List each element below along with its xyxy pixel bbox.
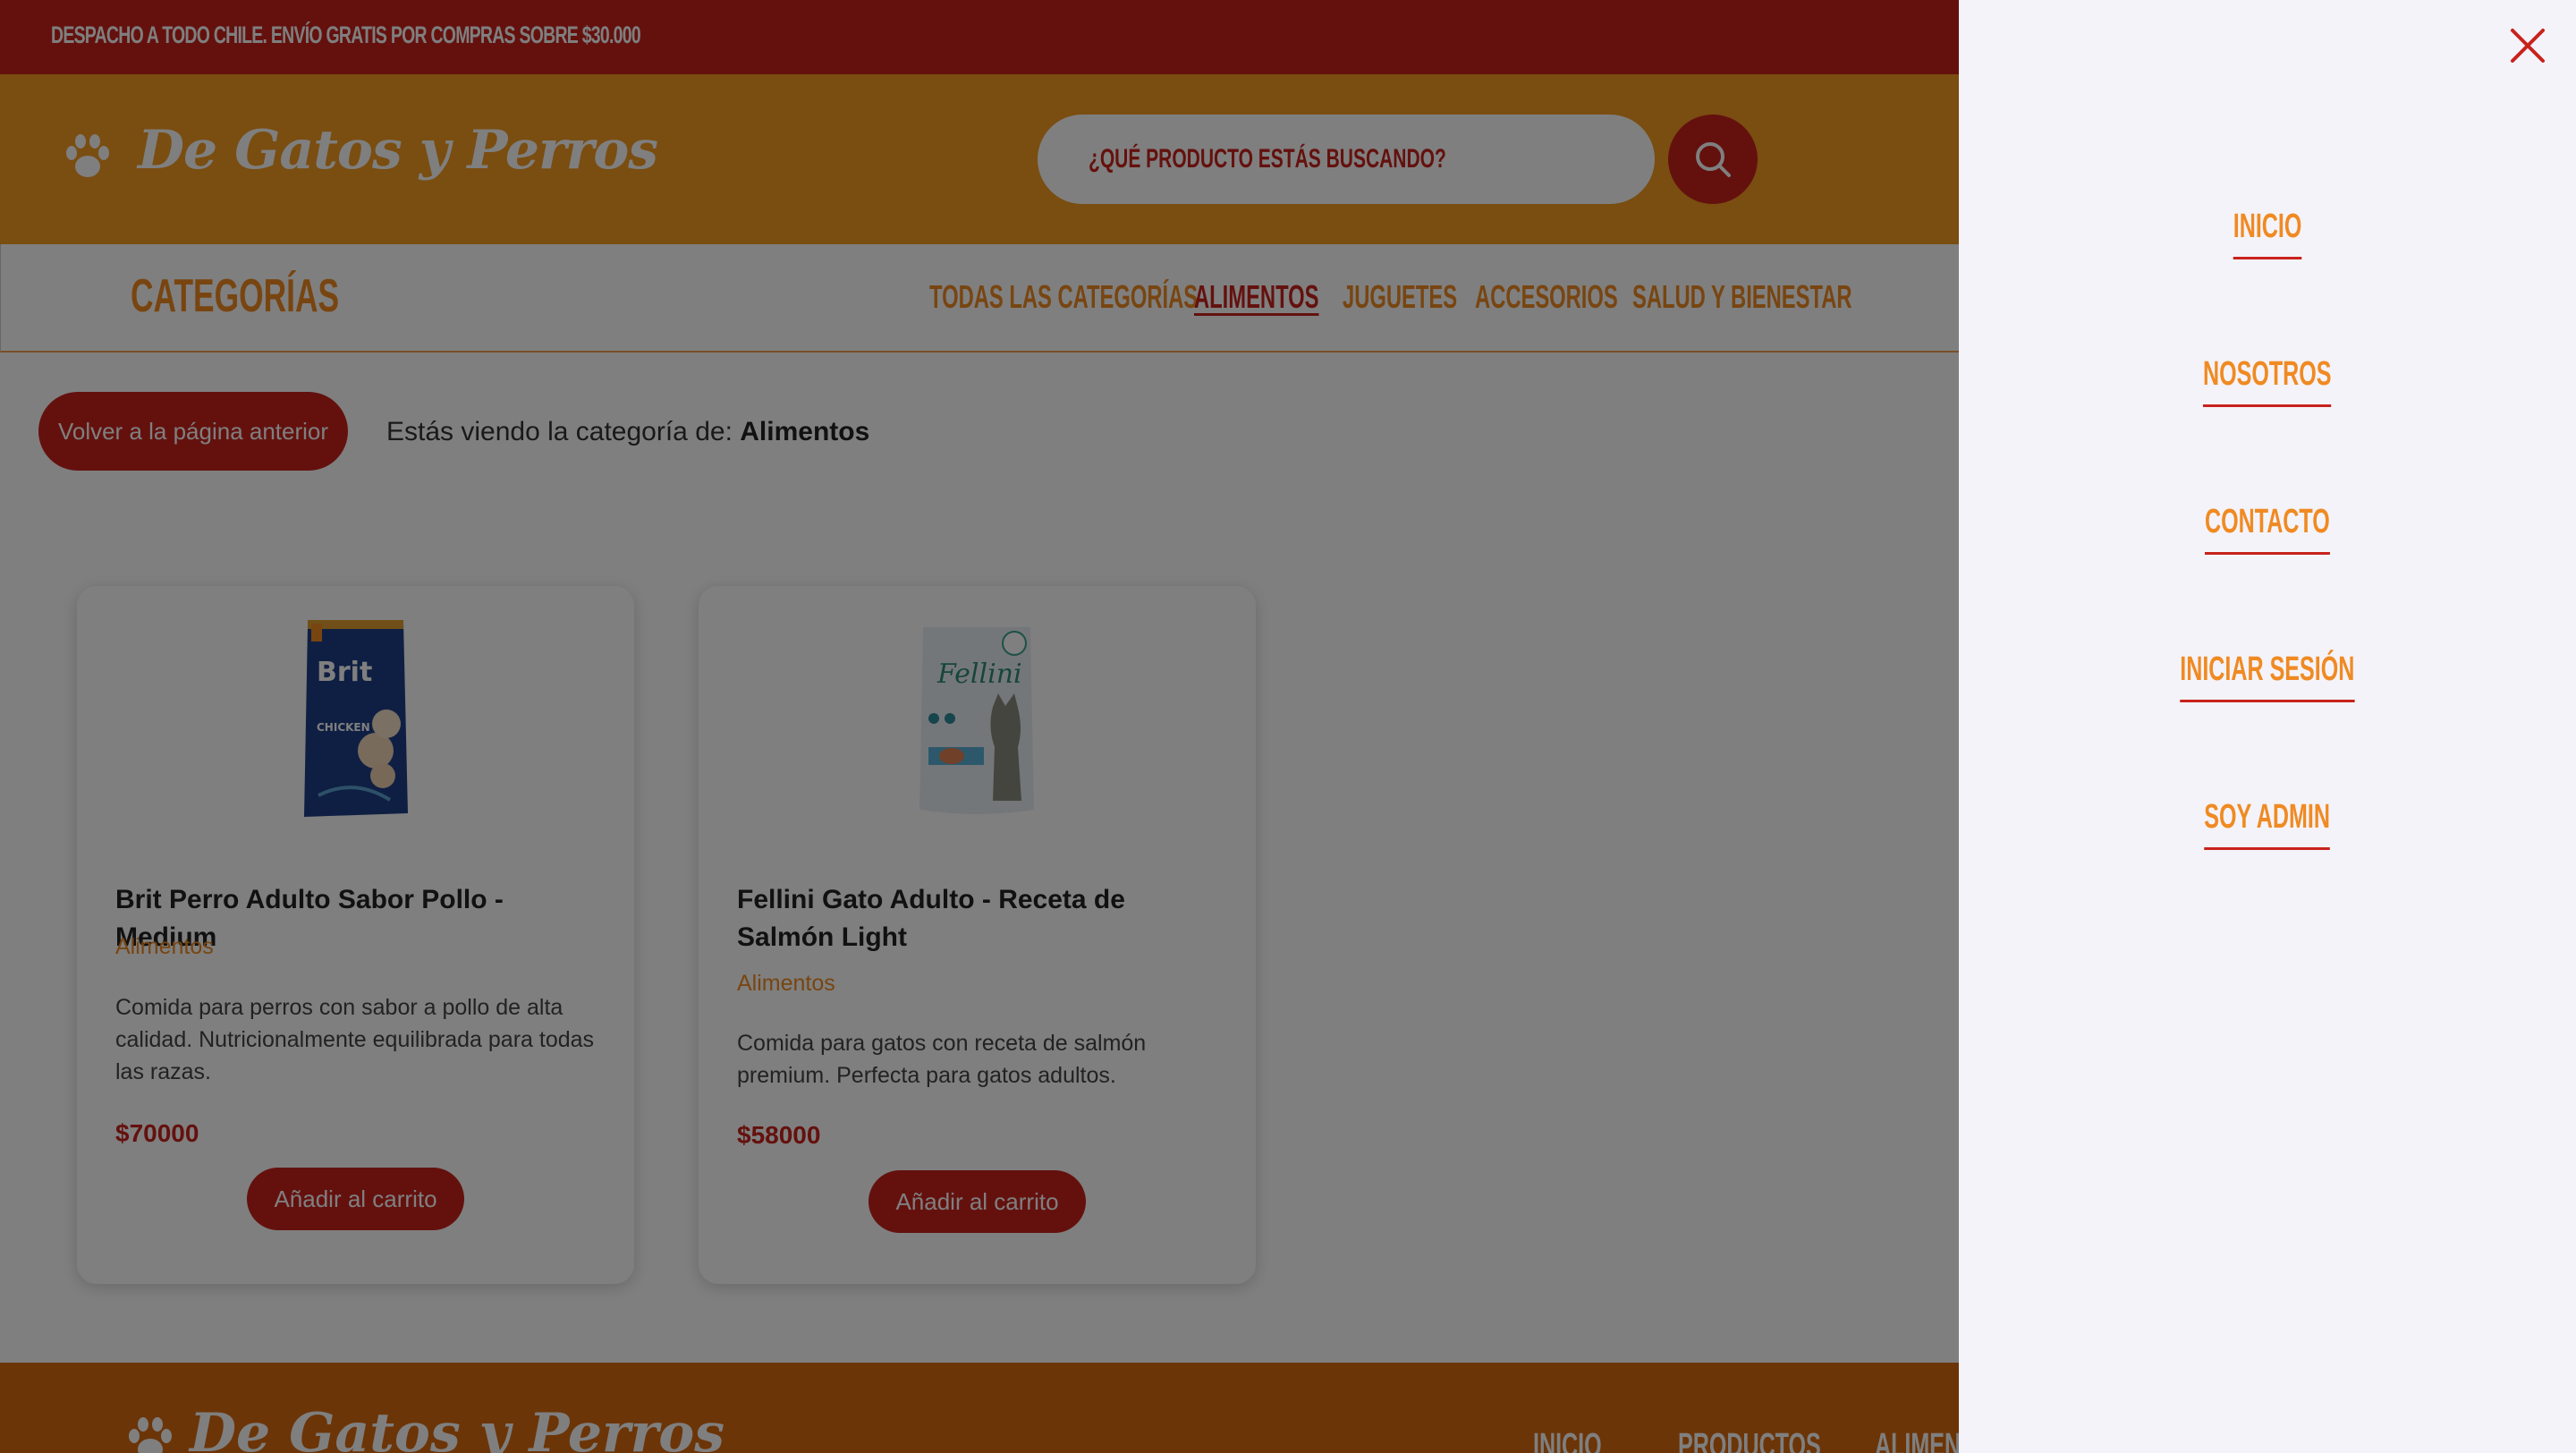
menu-item-label: Inicio [2233,208,2302,259]
close-icon[interactable] [2509,27,2546,64]
menu-item-home[interactable]: Inicio [1959,208,2576,259]
menu-item-label: Nosotros [2203,355,2332,407]
menu-item-label: Soy admin [2204,798,2331,850]
menu-item-about[interactable]: Nosotros [1959,355,2576,407]
page-background: Despacho a todo Chile. Envío gratis por … [0,0,1959,1453]
menu-item-login[interactable]: Iniciar sesión [1959,650,2576,702]
menu-item-label: Iniciar sesión [2180,650,2355,702]
menu-item-contact[interactable]: Contacto [1959,503,2576,555]
menu-item-label: Contacto [2205,503,2330,555]
side-menu: Inicio Nosotros Contacto Iniciar sesión … [1959,0,2576,1453]
menu-item-admin[interactable]: Soy admin [1959,798,2576,850]
overlay-backdrop[interactable] [0,0,1959,1453]
